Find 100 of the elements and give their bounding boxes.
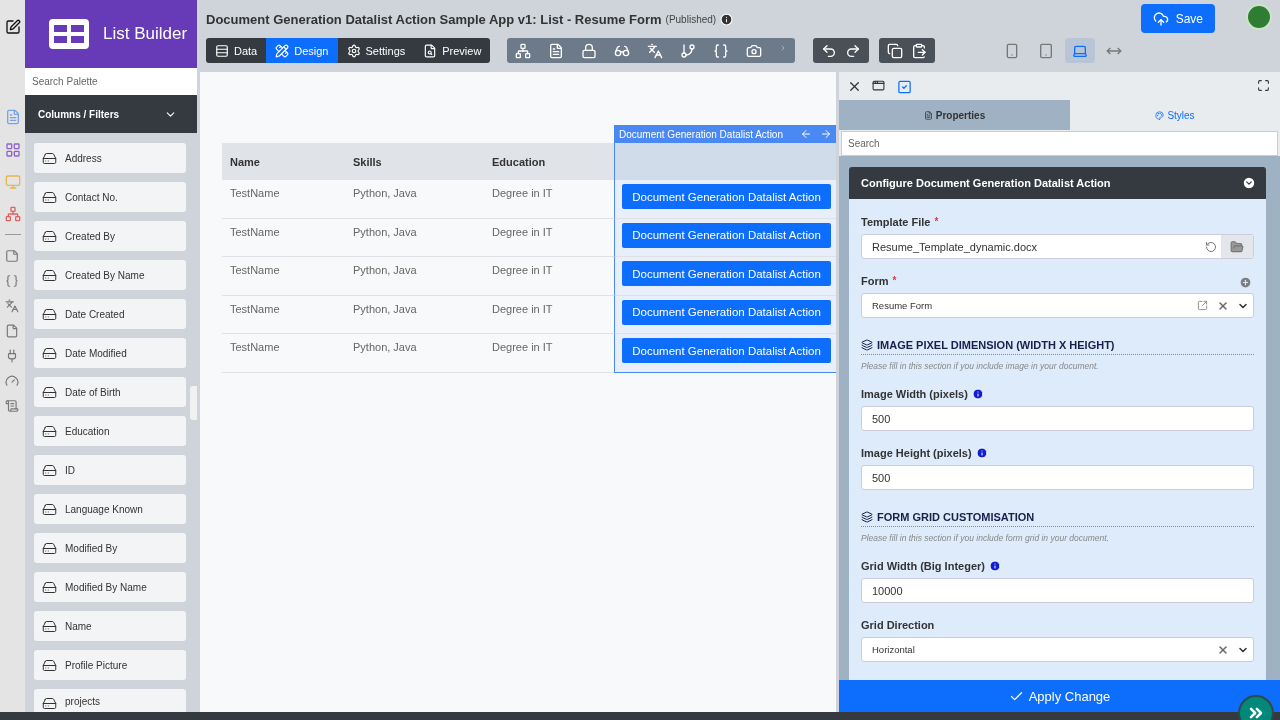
design-icon bbox=[275, 43, 290, 58]
avatar[interactable] bbox=[1246, 4, 1272, 30]
field-label: Image Width (pixels) bbox=[861, 387, 968, 400]
clear-icon[interactable] bbox=[1217, 643, 1229, 656]
config-header[interactable]: Configure Document Generation Datalist Action bbox=[849, 167, 1266, 199]
file-field[interactable]: Resume_Template_dynamic.docx bbox=[861, 234, 1254, 259]
table-icon[interactable] bbox=[4, 142, 21, 158]
camera-icon[interactable] bbox=[746, 42, 763, 59]
palette-item[interactable]: Modified By Name bbox=[34, 572, 186, 602]
text-field[interactable]: 10000 bbox=[861, 578, 1254, 603]
arrow-left-icon[interactable] bbox=[800, 128, 812, 140]
section-header[interactable]: Columns / Filters bbox=[25, 95, 197, 133]
layers-icon bbox=[861, 339, 873, 351]
cloud-upload-icon bbox=[1152, 10, 1169, 27]
action-button[interactable]: Document Generation Datalist Action bbox=[622, 261, 831, 286]
table-cell: TestName bbox=[222, 218, 345, 257]
arrow-right-icon[interactable] bbox=[820, 128, 832, 140]
scroll-icon[interactable] bbox=[4, 399, 21, 415]
palette-item[interactable]: Modified By bbox=[34, 533, 186, 563]
select-field[interactable]: Resume Form bbox=[861, 293, 1254, 318]
palette-item[interactable]: Date of Birth bbox=[34, 377, 186, 407]
palette-item[interactable]: Created By bbox=[34, 221, 186, 251]
drive-icon bbox=[42, 189, 57, 205]
required-mark: * bbox=[892, 275, 897, 286]
mode-tab[interactable]: Settings bbox=[337, 38, 415, 63]
table-cell: Python, Java bbox=[345, 180, 484, 219]
note-icon[interactable] bbox=[4, 249, 21, 265]
table-cell: Python, Java bbox=[345, 295, 484, 334]
section-heading: FORM GRID CUSTOMISATION bbox=[861, 511, 1254, 527]
save-button[interactable]: Save bbox=[1140, 4, 1215, 33]
table-cell: Python, Java bbox=[345, 218, 484, 257]
mode-tab[interactable]: Preview bbox=[414, 38, 491, 63]
document-icon[interactable] bbox=[4, 109, 21, 125]
undo-icon[interactable] bbox=[821, 42, 838, 59]
select-field[interactable]: Horizontal bbox=[861, 637, 1254, 662]
clear-icon[interactable] bbox=[1217, 299, 1229, 312]
palette-item[interactable]: ID bbox=[34, 455, 186, 485]
flow-icon[interactable] bbox=[4, 206, 21, 222]
panel-tab[interactable]: Styles bbox=[1070, 100, 1280, 130]
drive-icon bbox=[42, 228, 57, 244]
hierarchy-icon[interactable] bbox=[515, 42, 532, 59]
variable-icon[interactable] bbox=[4, 274, 21, 290]
field-label: Image Height (pixels) bbox=[861, 446, 972, 459]
table-cell: TestName bbox=[222, 295, 345, 334]
palette-item[interactable]: projects bbox=[34, 689, 186, 712]
branch-icon[interactable] bbox=[680, 42, 697, 59]
properties-icon bbox=[923, 110, 933, 120]
column-header: Name bbox=[222, 143, 345, 180]
action-button[interactable]: Document Generation Datalist Action bbox=[622, 222, 831, 248]
add-icon[interactable] bbox=[1239, 276, 1252, 289]
edit-icon[interactable] bbox=[4, 19, 21, 35]
chevron-down-icon bbox=[1242, 176, 1256, 190]
text-field[interactable]: 500 bbox=[861, 465, 1254, 490]
palette-item[interactable]: Date Created bbox=[34, 299, 186, 329]
collapse-handle[interactable] bbox=[190, 386, 197, 420]
page-title: Document Generation Datalist Action Sample App v1: List - Resume Form bbox=[206, 11, 662, 27]
data-icon bbox=[215, 43, 229, 58]
lock-icon[interactable] bbox=[581, 42, 598, 59]
reset-icon[interactable] bbox=[1205, 240, 1217, 253]
translate-icon[interactable] bbox=[647, 42, 664, 59]
text-field[interactable]: 500 bbox=[861, 406, 1254, 431]
drive-icon bbox=[42, 657, 57, 673]
palette-item[interactable]: Address bbox=[34, 143, 186, 173]
palette-item[interactable]: Created By Name bbox=[34, 260, 186, 290]
section-heading: IMAGE PIXEL DIMENSION (WIDTH X HEIGHT) bbox=[861, 339, 1254, 355]
maximize-icon[interactable] bbox=[1257, 78, 1272, 94]
braces-icon[interactable] bbox=[713, 42, 730, 59]
table-cell: Python, Java bbox=[345, 257, 484, 296]
palette-item[interactable]: Profile Picture bbox=[34, 650, 186, 680]
mode-tab[interactable]: Design bbox=[266, 38, 338, 63]
action-button[interactable]: Document Generation Datalist Action bbox=[622, 338, 831, 363]
panel-tab[interactable]: Properties bbox=[839, 100, 1070, 130]
action-button[interactable]: Document Generation Datalist Action bbox=[622, 184, 831, 209]
drive-icon bbox=[42, 384, 57, 400]
document-icon[interactable] bbox=[548, 42, 565, 59]
mode-tab[interactable]: Data bbox=[206, 38, 267, 63]
checkbox-icon[interactable] bbox=[897, 78, 912, 94]
drive-icon bbox=[42, 501, 57, 517]
layers-icon bbox=[861, 511, 873, 523]
drive-icon bbox=[42, 423, 57, 439]
paste-icon[interactable] bbox=[911, 42, 928, 59]
translate-icon[interactable] bbox=[4, 299, 21, 315]
search-field[interactable]: Search bbox=[841, 131, 1278, 156]
laptop-view-button[interactable] bbox=[1064, 38, 1095, 63]
search-field[interactable]: Search Palette bbox=[25, 68, 197, 95]
action-button[interactable]: Document Generation Datalist Action bbox=[622, 299, 831, 325]
copy-icon[interactable] bbox=[887, 42, 904, 59]
palette-item[interactable]: Language Known bbox=[34, 494, 186, 524]
info-icon bbox=[720, 12, 734, 26]
palette-item[interactable]: Name bbox=[34, 611, 186, 641]
apply-button[interactable]: Apply Change bbox=[839, 680, 1280, 712]
browse-button[interactable] bbox=[1221, 235, 1253, 258]
status-label: (Published) bbox=[665, 13, 717, 25]
palette-item[interactable]: Contact No. bbox=[34, 182, 186, 212]
palette-item[interactable]: Date Modified bbox=[34, 338, 186, 368]
column-label: Document Generation Datalist Action bbox=[614, 125, 836, 143]
palette-item[interactable]: Education bbox=[34, 416, 186, 446]
redo-icon[interactable] bbox=[845, 42, 862, 59]
drive-icon bbox=[42, 150, 57, 166]
field-label: Template File bbox=[861, 215, 931, 228]
